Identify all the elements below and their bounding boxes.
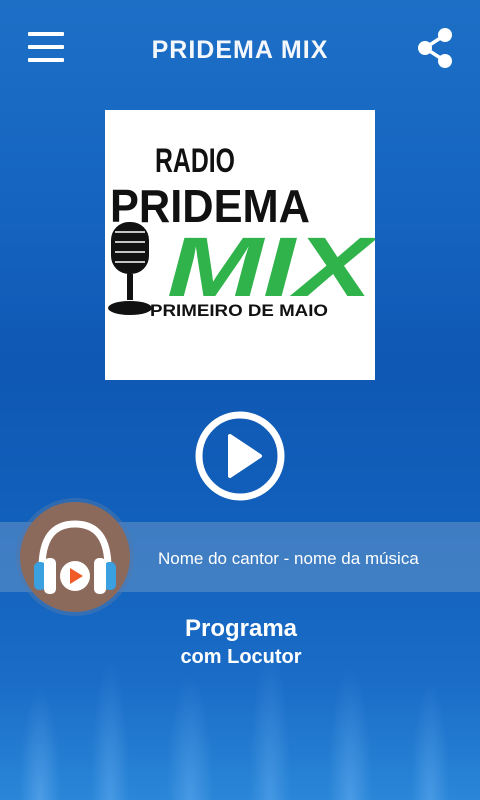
logo-text-subtitle: PRIMEIRO DE MAIO	[150, 301, 328, 320]
top-bar: PRIDEMA MIX	[0, 0, 480, 100]
play-button[interactable]	[194, 410, 286, 502]
app-title: PRIDEMA MIX	[151, 36, 329, 64]
track-title: Nome do cantor - nome da música	[158, 549, 419, 568]
program-avatar	[16, 498, 134, 616]
program-host: com Locutor	[180, 646, 302, 668]
share-icon[interactable]	[416, 28, 454, 68]
program-info: Programa com Locutor	[0, 614, 480, 670]
microphone-icon	[108, 222, 152, 315]
logo-text-radio: RADIO	[155, 142, 235, 180]
headphones-icon	[34, 520, 116, 594]
station-logo: RADIO PRIDEMA MIX PRIMEIRO DE MAIO	[105, 110, 375, 380]
logo-text-mix: MIX	[167, 220, 375, 314]
play-icon	[195, 411, 285, 501]
program-name: Programa	[184, 615, 298, 642]
